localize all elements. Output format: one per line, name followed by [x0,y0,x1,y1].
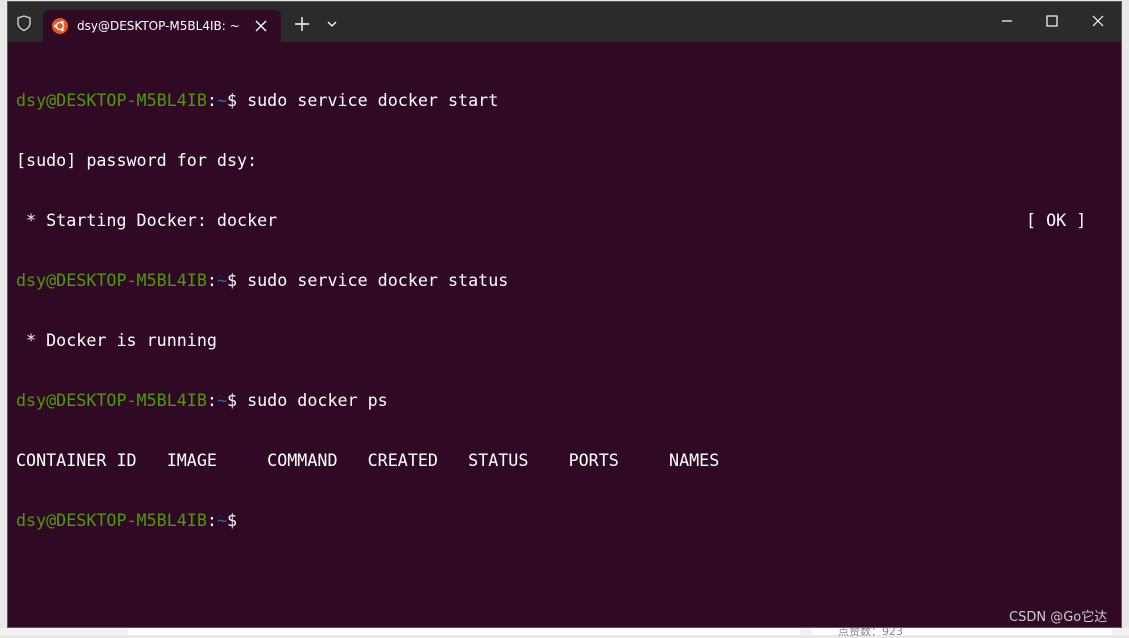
prompt-separator: : [206,90,217,110]
output-text: * Starting Docker: docker [16,210,278,230]
maximize-icon[interactable] [1045,14,1059,28]
ubuntu-icon [52,18,68,34]
prompt-symbol: $ [226,90,238,110]
prompt-user-host: dsy@DESKTOP-M5BL4IB [16,270,207,290]
chevron-down-icon[interactable] [326,18,338,30]
background-page: 点赞数：923 [0,625,1129,638]
prompt-path: ~ [216,390,227,410]
minimize-icon[interactable] [1000,14,1014,28]
output-line: * Docker is running [16,330,217,350]
prompt-separator: : [206,510,217,530]
tab-terminal[interactable]: dsy@DESKTOP-M5BL4IB: ~ [43,10,281,42]
output-line: * Starting Docker: docker [ OK ] [16,210,1121,230]
new-tab-plus-icon[interactable] [294,16,310,32]
background-snippet: 点赞数：923 [838,625,903,638]
prompt-path: ~ [216,90,227,110]
prompt-user-host: dsy@DESKTOP-M5BL4IB [16,90,207,110]
prompt-path: ~ [216,510,227,530]
prompt-symbol: $ [226,510,238,530]
prompt-line: dsy@DESKTOP-M5BL4IB:~$ [16,510,1121,530]
tab-title: dsy@DESKTOP-M5BL4IB: ~ [77,19,240,33]
prompt-separator: : [206,390,217,410]
ok-status: [ OK ] [1026,210,1087,230]
background-panel-left [128,628,800,635]
close-window-icon[interactable] [1091,14,1105,28]
prompt-line: dsy@DESKTOP-M5BL4IB:~$ sudo service dock… [16,270,1121,290]
shield-icon[interactable] [15,14,33,32]
prompt-line: dsy@DESKTOP-M5BL4IB:~$ sudo docker ps [16,390,1121,410]
command-text: sudo docker ps [237,390,388,410]
command-text: sudo service docker start [237,90,499,110]
output-line: [sudo] password for dsy: [16,150,258,170]
docker-ps-header: CONTAINER ID IMAGE COMMAND CREATED STATU… [16,450,720,470]
close-tab-icon[interactable] [253,18,269,34]
prompt-symbol: $ [226,390,238,410]
terminal-output[interactable]: dsy@DESKTOP-M5BL4IB:~$ sudo service dock… [16,50,1121,627]
prompt-user-host: dsy@DESKTOP-M5BL4IB [16,390,207,410]
prompt-line: dsy@DESKTOP-M5BL4IB:~$ sudo service dock… [16,90,1121,110]
prompt-symbol: $ [226,270,238,290]
prompt-user-host: dsy@DESKTOP-M5BL4IB [16,510,207,530]
title-bar[interactable]: dsy@DESKTOP-M5BL4IB: ~ [8,2,1121,42]
terminal-window: dsy@DESKTOP-M5BL4IB: ~ dsy@DESKTOP-M5BL4… [8,2,1121,627]
prompt-path: ~ [216,270,227,290]
command-text: sudo service docker status [237,270,509,290]
csdn-watermark: CSDN @Go它达 [1009,610,1108,625]
prompt-separator: : [206,270,217,290]
